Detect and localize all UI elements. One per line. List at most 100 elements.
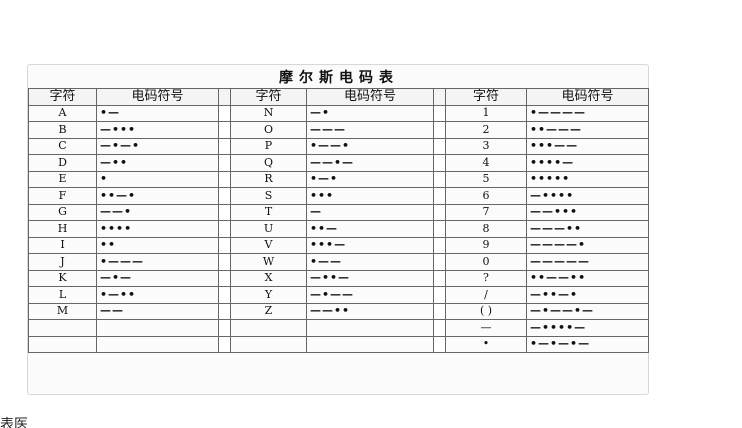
morse-code-cell: ——•— (306, 154, 434, 172)
morse-code-cell: —••—• (526, 286, 649, 304)
char-cell: U (230, 220, 307, 238)
table-row: K —•— X —••—? ••——•• (28, 269, 649, 287)
morse-code-cell: —••• (96, 121, 219, 139)
column-gap (433, 121, 446, 139)
morse-code-cell: •• (96, 236, 219, 254)
char-cell: T (230, 203, 307, 221)
morse-code-cell (306, 319, 434, 337)
morse-code-cell (306, 335, 434, 353)
morse-code-cell: —•——•— (526, 302, 649, 320)
morse-code-cell: —• (306, 104, 434, 122)
table-row: F ••—• S ••• 6 —•••• (28, 187, 649, 205)
morse-code-cell: •••— (306, 236, 434, 254)
morse-code-cell: ••——•• (526, 269, 649, 287)
column-gap (218, 121, 231, 139)
table-row: A •— N —• 1 •———— (28, 104, 649, 122)
morse-code-cell: •—•• (96, 286, 219, 304)
table-row: E • R •—• 5 ••••• (28, 170, 649, 188)
column-gap (218, 220, 231, 238)
morse-code-cell: —••••— (526, 319, 649, 337)
morse-code-cell: ••••— (526, 154, 649, 172)
morse-code-cell: ———•• (526, 220, 649, 238)
column-gap (433, 220, 446, 238)
char-cell: 3 (445, 137, 527, 155)
char-cell (28, 335, 97, 353)
char-cell: 2 (445, 121, 527, 139)
char-cell: V (230, 236, 307, 254)
column-gap (433, 269, 446, 287)
column-gap (218, 335, 231, 353)
char-cell: 4 (445, 154, 527, 172)
char-cell: — (445, 319, 527, 337)
char-cell: ( ) (445, 302, 527, 320)
column-gap (218, 302, 231, 320)
char-cell: / (445, 286, 527, 304)
char-cell: 5 (445, 170, 527, 188)
morse-code-cell: —•• (96, 154, 219, 172)
morse-code-cell: •—— (306, 253, 434, 271)
table-row: L •—•• Y —•—— / —••—• (28, 286, 649, 304)
char-cell: N (230, 104, 307, 122)
char-cell: H (28, 220, 97, 238)
column-gap (433, 154, 446, 172)
morse-code-table: 字符 电码符号 字符 电码符号 字符 电码符号 A •— N —• 1 •———— B —••… (28, 88, 649, 353)
char-cell: C (28, 137, 97, 155)
column-gap (433, 319, 446, 337)
morse-code-cell: ——•• (306, 302, 434, 320)
column-gap (218, 269, 231, 287)
column-gap (433, 236, 446, 254)
table-row: — —••••— (28, 319, 649, 337)
column-gap (218, 88, 231, 106)
morse-code-cell: ——• (96, 203, 219, 221)
column-gap (218, 286, 231, 304)
column-gap (218, 104, 231, 122)
morse-code-cell: • (96, 170, 219, 188)
char-cell: Z (230, 302, 307, 320)
header-char-2: 字符 (230, 88, 307, 106)
column-gap (433, 302, 446, 320)
char-cell: 1 (445, 104, 527, 122)
column-gap (218, 203, 231, 221)
table-row: I •• V •••— 9 ————• (28, 236, 649, 254)
table-row: C —•—• P •——• 3 •••—— (28, 137, 649, 155)
char-cell: J (28, 253, 97, 271)
morse-code-cell: •——— (96, 253, 219, 271)
morse-code-cell: ••— (306, 220, 434, 238)
char-cell: B (28, 121, 97, 139)
column-gap (433, 203, 446, 221)
char-cell (230, 335, 307, 353)
column-gap (218, 253, 231, 271)
char-cell: L (28, 286, 97, 304)
morse-code-cell: •——• (306, 137, 434, 155)
char-cell: E (28, 170, 97, 188)
char-cell: W (230, 253, 307, 271)
morse-code-cell: ••••• (526, 170, 649, 188)
table-row: B —••• O ——— 2 ••——— (28, 121, 649, 139)
char-cell: 7 (445, 203, 527, 221)
char-cell: X (230, 269, 307, 287)
column-gap (218, 319, 231, 337)
table-row: J •——— W •—— 0 ————— (28, 253, 649, 271)
table-header-row: 字符 电码符号 字符 电码符号 字符 电码符号 (28, 88, 649, 106)
table-row: G ——• T — 7 ——••• (28, 203, 649, 221)
page: 摩尔斯电码表 字符 电码符号 字符 电码符号 字符 电码符号 A •— N —•… (0, 0, 742, 428)
table-row: • •—•—•— (28, 335, 649, 353)
table-row: H •••• U ••— 8 ———•• (28, 220, 649, 238)
char-cell: A (28, 104, 97, 122)
column-gap (433, 286, 446, 304)
column-gap (433, 187, 446, 205)
morse-code-cell: ——— (306, 121, 434, 139)
table-row: D —•• Q ——•— 4 ••••— (28, 154, 649, 172)
header-char-3: 字符 (445, 88, 527, 106)
header-code-3: 电码符号 (526, 88, 649, 106)
morse-code-cell: ••——— (526, 121, 649, 139)
morse-code-cell: •••• (96, 220, 219, 238)
morse-code-cell: ————• (526, 236, 649, 254)
morse-code-cell: ••—• (96, 187, 219, 205)
char-cell: 6 (445, 187, 527, 205)
morse-code-cell: — (306, 203, 434, 221)
column-gap (218, 236, 231, 254)
morse-code-cell: •—•—•— (526, 335, 649, 353)
header-code-1: 电码符号 (96, 88, 219, 106)
morse-code-table-card: 摩尔斯电码表 字符 电码符号 字符 电码符号 字符 电码符号 A •— N —•… (27, 64, 649, 395)
